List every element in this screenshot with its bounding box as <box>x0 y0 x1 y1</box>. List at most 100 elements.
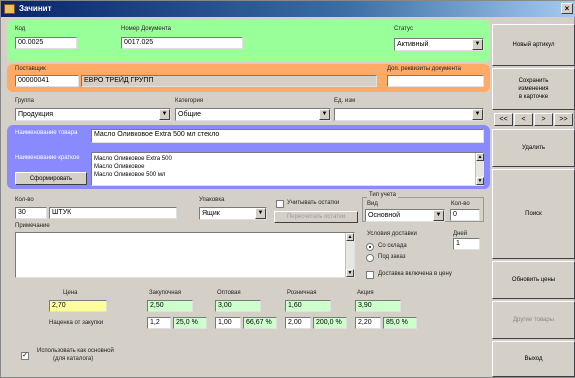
num-label: Кол-во <box>451 201 470 207</box>
category-select[interactable]: Общие ▼ <box>175 108 331 121</box>
markup2a-field: 1,2 <box>147 317 171 329</box>
nav-first-button[interactable]: << <box>494 113 513 126</box>
recalc-button[interactable]: Пересчитать остатки <box>274 211 358 223</box>
group-label: Группа <box>15 98 35 104</box>
supplier-label: Поставщик <box>15 66 46 72</box>
markup4a-field: 2,00 <box>285 317 311 329</box>
extra-field[interactable] <box>387 75 484 87</box>
unit-select[interactable]: ▼ <box>334 108 484 121</box>
exit-button[interactable]: Выход <box>492 341 575 377</box>
radio-order[interactable] <box>366 254 374 262</box>
extra-label: Доп. реквизиты документа <box>387 66 461 72</box>
app-icon <box>4 4 15 14</box>
price4-label: Розничная <box>287 290 317 296</box>
status-value: Активный <box>397 41 429 48</box>
chevron-down-icon[interactable]: ▼ <box>319 109 330 120</box>
status-select[interactable]: Активный ▼ <box>394 38 484 51</box>
main-window: Зачинит × Код 00.0025 Номер Документа 00… <box>0 0 575 378</box>
nav-last-button[interactable]: >> <box>554 113 573 126</box>
generate-button[interactable]: Сформировать <box>15 172 87 185</box>
radio-warehouse-label: Со склада <box>378 243 407 249</box>
markup3b-field: 66,67 % <box>243 317 277 329</box>
category-value: Общие <box>178 111 202 118</box>
unit-label: Ед. изм <box>334 98 356 104</box>
code-field[interactable]: 00.0025 <box>15 37 77 49</box>
doc-number-field[interactable]: 0017.025 <box>121 37 243 49</box>
save-button[interactable]: Сохранить изменения в карточке <box>492 68 575 110</box>
days-field[interactable]: 1 <box>453 238 480 250</box>
chevron-down-icon[interactable]: ▼ <box>472 39 483 50</box>
scroll-up-icon[interactable]: ▲ <box>476 153 484 161</box>
type-value: Основной <box>368 212 401 219</box>
scroll-down-icon[interactable]: ▼ <box>346 269 354 277</box>
supplier-code-field[interactable]: 00000041 <box>15 75 79 87</box>
note-memo[interactable] <box>15 232 355 278</box>
days-label: Дней <box>453 231 468 237</box>
stock-checkbox[interactable] <box>276 200 284 208</box>
main-checkbox-sublabel: (для каталога) <box>53 356 94 362</box>
delivery-header: Условия доставки <box>367 231 417 237</box>
price4-field[interactable]: 1,60 <box>285 300 331 312</box>
markup-label: Наценка от закупки <box>49 320 104 326</box>
chevron-down-icon[interactable]: ▼ <box>433 210 444 221</box>
note-scrollbar[interactable]: ▲ ▼ <box>345 233 354 277</box>
short-name-label: Наименование краткое <box>15 155 80 161</box>
update-prices-button[interactable]: Обновить цены <box>492 261 575 299</box>
type-label: Вид <box>367 201 378 207</box>
title-bar: Зачинит × <box>1 1 575 17</box>
status-label: Статус <box>394 26 413 32</box>
search-button[interactable]: Поиск <box>492 169 575 259</box>
chevron-down-icon[interactable]: ▼ <box>255 208 266 219</box>
delivery-checkbox[interactable] <box>366 271 374 279</box>
type-select[interactable]: Основной ▼ <box>365 209 445 222</box>
price3-field[interactable]: 3,00 <box>215 300 261 312</box>
price5-field[interactable]: 3,90 <box>355 300 401 312</box>
chevron-down-icon[interactable]: ▼ <box>159 109 170 120</box>
delivery-checkbox-label: Доставка включена в цену <box>378 271 452 277</box>
price2-field[interactable]: 2,50 <box>147 300 193 312</box>
nav-next-button[interactable]: > <box>534 113 553 126</box>
qty-label: Кол-во <box>15 197 34 203</box>
price5-label: Акция <box>357 290 374 296</box>
markup4b-field: 200,0 % <box>313 317 347 329</box>
chevron-down-icon[interactable]: ▼ <box>472 109 483 120</box>
num-field[interactable]: 0 <box>450 209 480 221</box>
account-type-label: Тип учета <box>367 192 398 198</box>
main-checkbox[interactable]: ✓ <box>21 352 29 360</box>
code-label: Код <box>15 26 26 32</box>
delete-button[interactable]: Удалить <box>492 129 575 167</box>
unit2-field[interactable]: ШТУК <box>49 207 177 219</box>
qty-field[interactable]: 30 <box>15 207 47 219</box>
scroll-down-icon[interactable]: ▼ <box>476 177 484 185</box>
scroll-up-icon[interactable]: ▲ <box>346 233 354 241</box>
radio-warehouse[interactable] <box>366 243 374 251</box>
short-name-scrollbar[interactable]: ▲ ▼ <box>475 153 484 185</box>
price1-field[interactable]: 2,70 <box>49 300 107 312</box>
pack-label: Упаковка <box>199 197 225 203</box>
nav-prev-button[interactable]: < <box>514 113 533 126</box>
markup5a-field: 2,20 <box>355 317 381 329</box>
pack-value: Ящик <box>202 210 220 217</box>
radio-order-label: Под заказ <box>378 254 406 260</box>
new-item-button[interactable]: Новый артикул <box>492 24 575 66</box>
close-icon[interactable]: × <box>561 3 573 14</box>
short-name-memo[interactable]: Масло Оливковое Extra 500 Масло Оливково… <box>91 152 484 186</box>
doc-label: Номер Документа <box>121 26 172 32</box>
group-value: Продукция <box>18 111 54 118</box>
full-name-field[interactable]: Масло Оливковое Extra 500 мл стекло <box>91 129 484 143</box>
other-items-button[interactable]: Другие товары <box>492 301 575 339</box>
pack-select[interactable]: Ящик ▼ <box>199 207 267 220</box>
price2-label: Закупочная <box>149 290 182 296</box>
price1-label: Цена <box>63 290 78 296</box>
category-label: Категория <box>175 98 204 104</box>
group-select[interactable]: Продукция ▼ <box>15 108 171 121</box>
markup2b-field: 25,0 % <box>173 317 207 329</box>
main-checkbox-label: Использовать как основной <box>37 348 114 354</box>
markup5b-field: 85,0 % <box>383 317 417 329</box>
markup3a-field: 1,00 <box>215 317 241 329</box>
stock-checkbox-label: Учитывать остатки <box>287 200 340 206</box>
price3-label: Оптовая <box>217 290 241 296</box>
supplier-name-field: ЕВРО ТРЕЙД ГРУПП <box>81 75 377 87</box>
window-title: Зачинит <box>19 4 52 13</box>
note-label: Примечание <box>15 223 50 229</box>
